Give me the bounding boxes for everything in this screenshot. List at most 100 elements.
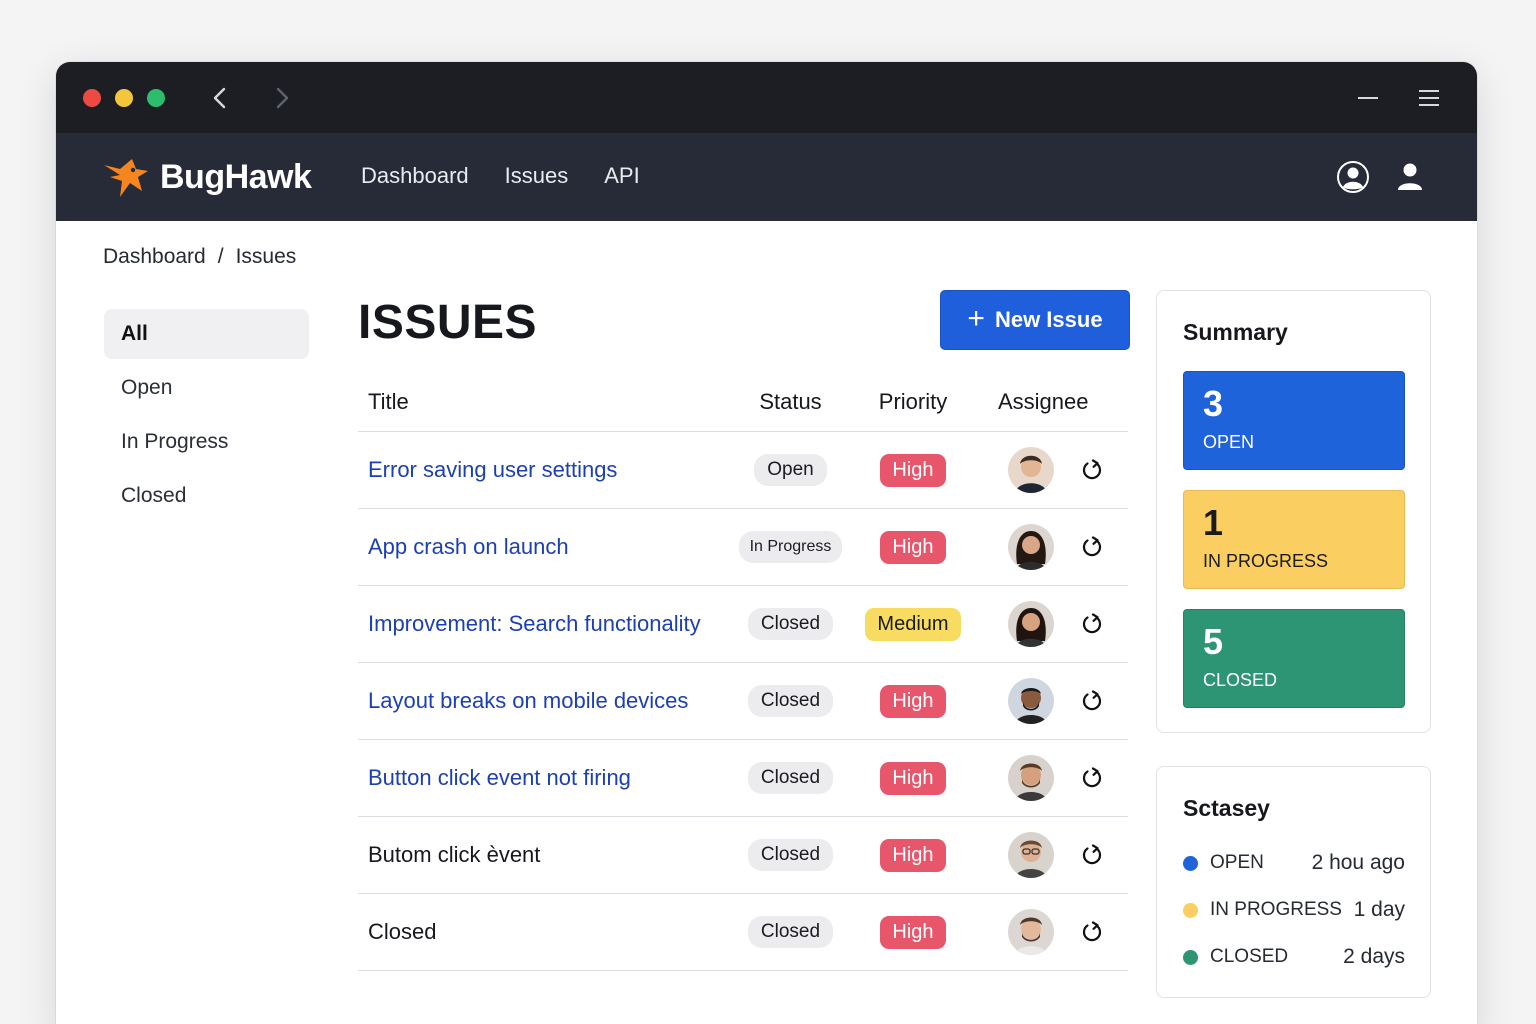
minimize-icon[interactable] [1354,84,1382,112]
hawk-logo-icon [104,159,148,197]
table-row[interactable]: Error saving user settings Open High [358,432,1128,509]
activity-time: 1 day [1353,898,1405,921]
activity-card: Sctasey OPEN 2 hou ago IN PROGRESS 1 day… [1156,766,1431,998]
top-nav: Dashboard Issues API [361,163,640,189]
status-badge: Open [754,454,827,486]
stat-closed-label: CLOSED [1203,669,1278,690]
issue-title[interactable]: Button click event not firing [368,765,631,790]
summary-card: Summary 3 OPEN 1 IN PROGRESS 5 CLOSED [1156,290,1431,733]
forward-icon[interactable] [268,84,296,112]
back-icon[interactable] [206,84,234,112]
column-assignee[interactable]: Assignee [978,389,1128,415]
issue-title[interactable]: Error saving user settings [368,457,617,482]
plus-icon: + [967,301,985,335]
closed-dot-icon [1183,949,1198,965]
table-row[interactable]: Button click event not firing Closed Hig… [358,740,1128,817]
activity-item: CLOSED 2 days [1183,945,1405,969]
activity-label: OPEN [1210,852,1264,873]
activity-time: 2 days [1343,945,1405,968]
app-header: BugHawk Dashboard Issues API [56,133,1477,221]
status-badge: Closed [747,608,834,640]
stat-open[interactable]: 3 OPEN [1183,371,1405,470]
avatar[interactable] [1008,755,1054,801]
breadcrumb: Dashboard / Issues [103,245,296,269]
status-badge: Closed [747,839,834,871]
app-name: BugHawk [160,157,312,196]
filter-open[interactable]: Open [104,363,309,413]
priority-badge: High [880,453,946,487]
status-badge: Closed [747,916,834,948]
stat-open-count: 3 [1203,383,1224,424]
activity-item: IN PROGRESS 1 day [1183,898,1405,922]
nav-dashboard[interactable]: Dashboard [361,163,469,189]
priority-badge: High [880,530,946,564]
refresh-icon[interactable] [1080,689,1104,713]
in-progress-dot-icon [1183,902,1198,918]
refresh-icon[interactable] [1080,612,1104,636]
avatar[interactable] [1008,447,1054,493]
issue-title[interactable]: Closed [368,919,436,944]
new-issue-button[interactable]: + New Issue [940,290,1130,350]
minimize-window-button[interactable] [115,89,133,107]
column-priority[interactable]: Priority [848,389,978,415]
nav-api[interactable]: API [604,163,639,189]
priority-badge: High [880,915,946,949]
refresh-icon[interactable] [1080,458,1104,482]
refresh-icon[interactable] [1080,535,1104,559]
avatar[interactable] [1008,832,1054,878]
activity-label: CLOSED [1210,946,1289,967]
maximize-window-button[interactable] [147,89,165,107]
stat-open-label: OPEN [1203,431,1255,452]
filter-all[interactable]: All [104,309,309,359]
table-row[interactable]: App crash on launch In Progress High [358,509,1128,586]
breadcrumb-dashboard[interactable]: Dashboard [103,245,206,269]
nav-issues[interactable]: Issues [505,163,569,189]
user-icon[interactable] [1393,160,1427,194]
avatar[interactable] [1008,909,1054,955]
stat-closed-count: 5 [1203,621,1224,662]
stat-in-progress-label: IN PROGRESS [1203,550,1329,571]
filter-sidebar: All Open In Progress Closed [104,309,309,525]
avatar[interactable] [1008,524,1054,570]
table-row[interactable]: Butom click èvent Closed High [358,817,1128,894]
activity-label: IN PROGRESS [1210,899,1342,920]
status-badge: Closed [747,685,834,717]
issues-table: Title Status Priority Assignee Error sav… [358,372,1128,971]
refresh-icon[interactable] [1080,766,1104,790]
issue-title[interactable]: App crash on launch [368,534,569,559]
column-status[interactable]: Status [733,389,848,415]
column-title[interactable]: Title [358,389,733,415]
refresh-icon[interactable] [1080,843,1104,867]
issue-title[interactable]: Butom click èvent [368,842,540,867]
issue-title[interactable]: Improvement: Search functionality [368,611,701,636]
activity-item: OPEN 2 hou ago [1183,851,1405,875]
avatar[interactable] [1008,678,1054,724]
summary-title: Summary [1183,319,1288,345]
breadcrumb-issues[interactable]: Issues [236,245,297,269]
window-titlebar [56,62,1477,133]
priority-badge: High [880,684,946,718]
page-title: ISSUES [358,296,538,349]
account-circle-icon[interactable] [1336,160,1370,194]
table-row[interactable]: Closed Closed High [358,894,1128,971]
new-issue-label: New Issue [994,307,1103,332]
activity-title: Sctasey [1183,795,1270,821]
filter-closed[interactable]: Closed [104,471,309,521]
table-row[interactable]: Layout breaks on mobile devices Closed H… [358,663,1128,740]
table-row[interactable]: Improvement: Search functionality Closed… [358,586,1128,663]
table-header: Title Status Priority Assignee [358,372,1128,432]
priority-badge: High [880,761,946,795]
close-window-button[interactable] [83,89,101,107]
menu-icon[interactable] [1415,84,1443,112]
app-logo[interactable]: BugHawk [102,155,312,199]
activity-time: 2 hou ago [1311,851,1405,874]
status-badge: Closed [747,762,834,794]
filter-in-progress[interactable]: In Progress [104,417,309,467]
avatar[interactable] [1008,601,1054,647]
stat-in-progress[interactable]: 1 IN PROGRESS [1183,490,1405,589]
issue-title[interactable]: Layout breaks on mobile devices [368,688,688,713]
refresh-icon[interactable] [1080,920,1104,944]
priority-badge: Medium [865,607,961,641]
stat-closed[interactable]: 5 CLOSED [1183,609,1405,708]
priority-badge: High [880,838,946,872]
